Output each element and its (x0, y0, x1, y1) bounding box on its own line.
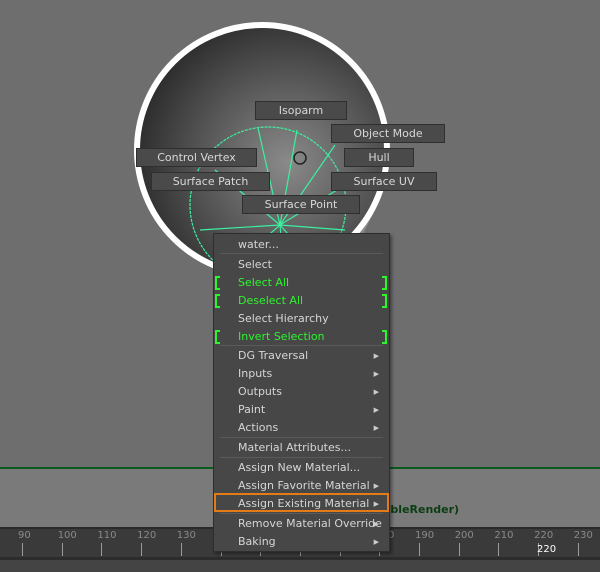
bracket-icon (215, 276, 220, 290)
mm-surface-uv[interactable]: Surface UV (331, 172, 437, 191)
mm-isoparm[interactable]: Isoparm (255, 101, 347, 120)
submenu-arrow-icon: ▶ (373, 388, 379, 396)
timeline-tick: 230 (574, 529, 593, 557)
range-slider[interactable] (0, 557, 600, 572)
tick-label: 200 (454, 530, 474, 541)
menu-item-label: Select (238, 258, 272, 271)
menu-item-label: Invert Selection (238, 330, 325, 343)
bracket-icon (215, 294, 220, 308)
bracket-icon (382, 294, 387, 308)
tick-label: 230 (573, 530, 593, 541)
tick-label: 120 (137, 530, 157, 541)
bracket-icon (382, 330, 387, 344)
menu-item-label: Deselect All (238, 294, 304, 307)
mm-object-mode[interactable]: Object Mode (331, 124, 445, 143)
tick-label: 190 (415, 530, 435, 541)
bracket-icon (215, 330, 220, 344)
timeline-tick: 200 (455, 529, 474, 557)
menu-item-material-attributes[interactable]: Material Attributes... (214, 439, 389, 457)
menu-item-label: Assign Existing Material (238, 497, 370, 510)
menu-item-assign-new-material[interactable]: Assign New Material... (214, 459, 389, 477)
menu-item-label: Select Hierarchy (238, 312, 329, 325)
menu-item-water[interactable]: water... (214, 236, 389, 254)
menu-separator (220, 437, 383, 438)
submenu-arrow-icon: ▶ (373, 520, 379, 528)
menu-item-paint[interactable]: Paint ▶ (214, 401, 389, 419)
menu-item-label: Baking (238, 535, 276, 548)
menu-item-inputs[interactable]: Inputs ▶ (214, 365, 389, 383)
timeline-tick: 110 (97, 529, 116, 557)
current-frame: 220 (537, 544, 557, 555)
mm-surface-point[interactable]: Surface Point (242, 195, 360, 214)
tick-label: 110 (97, 530, 117, 541)
timeline-tick: 90 (18, 529, 31, 557)
context-menu: water... Select Select All Deselect All Sele… (213, 233, 390, 552)
menu-item-select-all[interactable]: Select All (214, 274, 389, 292)
timeline-tick: 120 (137, 529, 156, 557)
menu-item-invert-selection[interactable]: Invert Selection (214, 328, 389, 346)
submenu-arrow-icon: ▶ (373, 482, 379, 490)
mm-hull[interactable]: Hull (344, 148, 414, 167)
submenu-arrow-icon: ▶ (373, 538, 379, 546)
timeline-tick: 100 (58, 529, 77, 557)
menu-item-assign-favorite-material[interactable]: Assign Favorite Material ▶ (214, 477, 389, 495)
menu-item-label: Outputs (238, 385, 282, 398)
tick-label: 130 (176, 530, 196, 541)
submenu-arrow-icon: ▶ (373, 500, 379, 508)
menu-item-dg-traversal[interactable]: DG Traversal ▶ (214, 347, 389, 365)
submenu-arrow-icon: ▶ (373, 352, 379, 360)
menu-separator (220, 513, 383, 514)
menu-item-label: Assign Favorite Material (238, 479, 370, 492)
menu-item-select[interactable]: Select (214, 256, 389, 274)
menu-item-select-hierarchy[interactable]: Select Hierarchy (214, 310, 389, 328)
tick-label: 90 (18, 530, 31, 541)
menu-item-label: Actions (238, 421, 279, 434)
tick-label: 100 (57, 530, 77, 541)
status-text: ableRender) (383, 503, 460, 516)
tick-label: 210 (494, 530, 514, 541)
menu-item-label: Assign New Material... (238, 461, 361, 474)
submenu-arrow-icon: ▶ (373, 424, 379, 432)
mm-control-vertex[interactable]: Control Vertex (136, 148, 257, 167)
menu-item-label: Inputs (238, 367, 273, 380)
submenu-arrow-icon: ▶ (373, 406, 379, 414)
menu-item-label: DG Traversal (238, 349, 309, 362)
timeline-tick: 210 (494, 529, 513, 557)
timeline-tick: 130 (177, 529, 196, 557)
menu-item-deselect-all[interactable]: Deselect All (214, 292, 389, 310)
timeline-tick: 190 (415, 529, 434, 557)
submenu-arrow-icon: ▶ (373, 370, 379, 378)
menu-item-baking[interactable]: Baking ▶ (214, 533, 389, 551)
menu-item-label: Material Attributes... (238, 441, 351, 454)
menu-separator (220, 457, 383, 458)
menu-item-outputs[interactable]: Outputs ▶ (214, 383, 389, 401)
mm-surface-patch[interactable]: Surface Patch (151, 172, 270, 191)
menu-item-remove-material-override[interactable]: Remove Material Override ▶ (214, 515, 389, 533)
menu-item-label: water... (238, 238, 279, 251)
menu-item-label: Paint (238, 403, 266, 416)
tick-label: 220 (534, 530, 554, 541)
bracket-icon (382, 276, 387, 290)
menu-item-assign-existing-material[interactable]: Assign Existing Material ▶ (214, 495, 389, 513)
menu-item-actions[interactable]: Actions ▶ (214, 419, 389, 437)
menu-item-label: Remove Material Override (238, 517, 382, 530)
menu-item-label: Select All (238, 276, 290, 289)
